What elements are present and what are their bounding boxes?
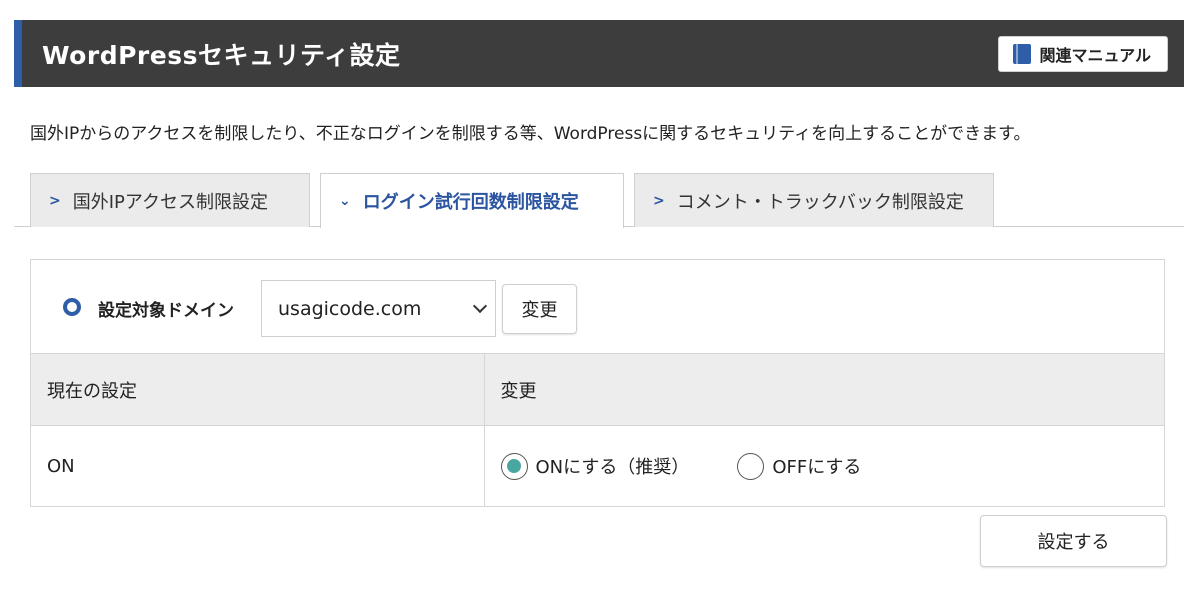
column-header-current: 現在の設定 <box>31 353 485 426</box>
current-setting-value: ON <box>31 425 485 507</box>
tab-label: コメント・トラックバック制限設定 <box>676 191 964 213</box>
radio-on[interactable] <box>500 452 528 480</box>
domain-select[interactable]: usagicode.com <box>261 280 496 337</box>
tab-comment-trackback-restriction[interactable]: > コメント・トラックバック制限設定 <box>634 173 994 227</box>
apply-settings-button[interactable]: 設定する <box>980 515 1167 567</box>
change-domain-button[interactable]: 変更 <box>502 284 577 334</box>
related-manual-label: 関連マニュアル <box>1039 45 1151 65</box>
domain-row: 設定対象ドメイン usagicode.com 変更 <box>31 260 1164 353</box>
domain-select-value: usagicode.com <box>278 297 422 320</box>
tab-label: 国外IPアクセス制限設定 <box>72 191 268 213</box>
book-icon <box>1013 43 1032 64</box>
column-header-change: 変更 <box>484 353 1164 426</box>
table-header-row: 現在の設定 変更 <box>31 353 1164 426</box>
bullet-icon <box>63 298 81 316</box>
chevron-right-icon: > <box>653 192 665 209</box>
settings-table: 現在の設定 変更 ON ONにする（推奨） OFFにする <box>31 353 1164 507</box>
change-options-cell: ONにする（推奨） OFFにする <box>484 425 1165 507</box>
page: WordPressセキュリティ設定 関連マニュアル 国外IPからのアクセスを制限… <box>0 0 1200 592</box>
radio-option-off[interactable]: OFFにする <box>737 452 862 480</box>
chevron-down-icon <box>472 298 488 314</box>
chevron-right-icon: > <box>49 192 61 209</box>
chevron-down-icon: ⌄ <box>339 193 351 209</box>
radio-off-label: OFFにする <box>772 457 862 479</box>
radio-off[interactable] <box>737 452 765 480</box>
domain-label: 設定対象ドメイン <box>98 301 234 321</box>
page-title: WordPressセキュリティ設定 <box>42 40 401 70</box>
tab-foreign-ip-restriction[interactable]: > 国外IPアクセス制限設定 <box>30 173 310 227</box>
radio-group: ONにする（推奨） OFFにする <box>500 452 1165 480</box>
radio-option-on[interactable]: ONにする（推奨） <box>500 452 690 480</box>
tab-label: ログイン試行回数制限設定 <box>362 192 579 213</box>
tab-login-attempt-limit[interactable]: ⌄ ログイン試行回数制限設定 <box>320 173 624 228</box>
settings-panel: 設定対象ドメイン usagicode.com 変更 現在の設定 変更 ON ON… <box>30 259 1165 507</box>
page-description: 国外IPからのアクセスを制限したり、不正なログインを制限する等、WordPres… <box>30 124 1031 144</box>
related-manual-button[interactable]: 関連マニュアル <box>998 35 1168 72</box>
page-header: WordPressセキュリティ設定 関連マニュアル <box>14 20 1184 87</box>
radio-on-label: ONにする（推奨） <box>535 457 690 479</box>
table-row: ON ONにする（推奨） OFFにする <box>31 425 1165 507</box>
